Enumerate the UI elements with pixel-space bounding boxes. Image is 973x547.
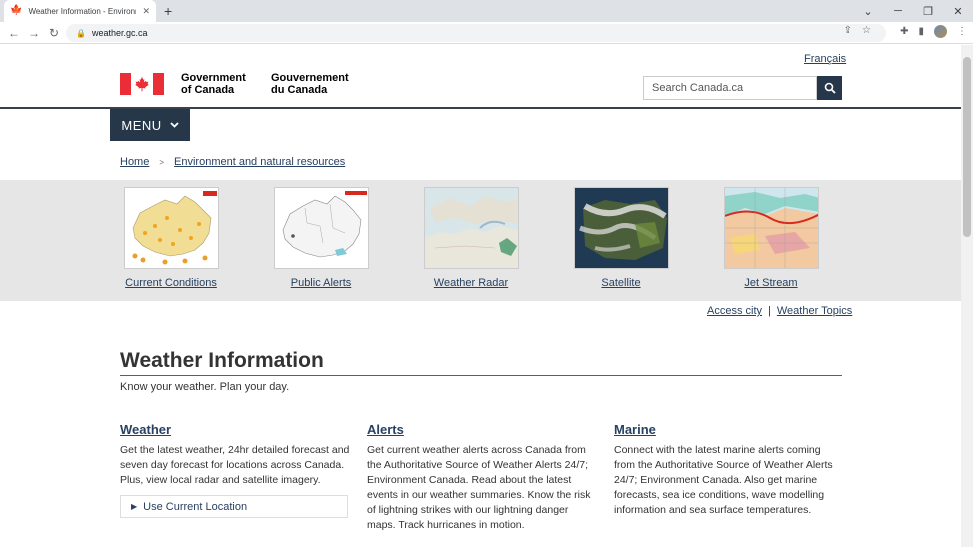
page-tagline: Know your weather. Plan your day. bbox=[120, 381, 290, 393]
jet-stream-map-image[interactable] bbox=[723, 187, 819, 269]
kebab-menu-icon[interactable]: ⋮ bbox=[957, 26, 967, 37]
scrollbar-thumb[interactable] bbox=[963, 57, 971, 237]
gallery-item-current-conditions[interactable]: Current Conditions bbox=[121, 187, 221, 289]
weather-map-gallery: Current Conditions Public Alerts Weather… bbox=[0, 180, 961, 301]
tab-title: Weather Information - Environm bbox=[28, 6, 137, 16]
use-current-location-label: Use Current Location bbox=[143, 500, 248, 513]
alerts-heading-link[interactable]: Alerts bbox=[367, 422, 597, 437]
canada-flag-icon bbox=[120, 73, 164, 95]
gov-name-en: Government of Canada bbox=[181, 72, 246, 96]
public-alerts-map-image[interactable] bbox=[273, 187, 369, 269]
menu-label: MENU bbox=[121, 117, 162, 133]
alerts-section: Alerts Get current weather alerts across… bbox=[367, 422, 597, 533]
minimize-button[interactable]: ─ bbox=[883, 5, 913, 17]
browser-actions: ✚ ▮ ⋮ bbox=[900, 25, 967, 38]
extensions-icon[interactable]: ✚ bbox=[900, 26, 908, 37]
page-content: Français Government of Canada Gouverneme… bbox=[0, 45, 961, 547]
maple-leaf-favicon-icon: 🍁 bbox=[10, 5, 23, 16]
weather-heading-link[interactable]: Weather bbox=[120, 422, 350, 437]
gallery-caption[interactable]: Jet Stream bbox=[721, 277, 821, 289]
close-window-button[interactable]: ✕ bbox=[943, 5, 973, 18]
marine-description: Connect with the latest marine alerts co… bbox=[614, 444, 833, 516]
bookmark-star-icon[interactable]: ☆ bbox=[862, 25, 871, 36]
title-underline bbox=[120, 375, 842, 376]
url-text: weather.gc.ca bbox=[91, 28, 148, 38]
new-tab-button[interactable]: + bbox=[164, 2, 172, 20]
search-button[interactable] bbox=[817, 76, 842, 100]
triangle-right-icon: ▶ bbox=[131, 502, 138, 511]
address-bar[interactable]: 🔒 weather.gc.ca bbox=[66, 24, 886, 42]
weather-radar-map-image[interactable] bbox=[423, 187, 519, 269]
side-panel-icon[interactable]: ▮ bbox=[918, 26, 924, 37]
profile-avatar[interactable] bbox=[934, 25, 947, 38]
chevron-down-icon bbox=[170, 122, 179, 128]
share-icon[interactable]: ⇪ bbox=[844, 25, 852, 36]
gallery-item-public-alerts[interactable]: Public Alerts bbox=[271, 187, 371, 289]
marine-heading-link[interactable]: Marine bbox=[614, 422, 844, 437]
menu-button[interactable]: MENU bbox=[110, 109, 190, 141]
marine-section: Marine Connect with the latest marine al… bbox=[614, 422, 844, 518]
alerts-description: Get current weather alerts across Canada… bbox=[367, 444, 591, 531]
breadcrumb-home[interactable]: Home bbox=[120, 156, 149, 168]
satellite-image[interactable] bbox=[573, 187, 669, 269]
gov-name-fr: Gouvernement du Canada bbox=[271, 72, 349, 96]
lock-icon: 🔒 bbox=[76, 28, 86, 38]
weather-section: Weather Get the latest weather, 24hr det… bbox=[120, 422, 350, 518]
gallery-item-satellite[interactable]: Satellite bbox=[571, 187, 671, 289]
government-of-canada-logo[interactable]: Government of Canada Gouvernement du Can… bbox=[120, 72, 361, 96]
page-scrollbar[interactable] bbox=[961, 45, 973, 547]
back-arrow-icon[interactable]: ← bbox=[4, 26, 24, 40]
current-conditions-map-image[interactable] bbox=[123, 187, 219, 269]
breadcrumb-separator-icon: > bbox=[159, 157, 165, 167]
browser-toolbar: ← → ↻ 🔒 weather.gc.ca ⇪ ☆ ✚ ▮ ⋮ bbox=[0, 22, 973, 44]
gallery-item-weather-radar[interactable]: Weather Radar bbox=[421, 187, 521, 289]
restore-button[interactable]: ❐ bbox=[913, 5, 943, 18]
forward-arrow-icon[interactable]: → bbox=[24, 26, 44, 40]
search-input[interactable] bbox=[643, 76, 817, 100]
breadcrumb-environment[interactable]: Environment and natural resources bbox=[174, 156, 345, 168]
omnibox-actions: ⇪ ☆ bbox=[844, 25, 871, 36]
window-controls: ⌄ ─ ❐ ✕ bbox=[853, 0, 973, 22]
search-icon bbox=[824, 82, 836, 94]
weather-topics-link[interactable]: Weather Topics bbox=[777, 305, 852, 317]
weather-description: Get the latest weather, 24hr detailed fo… bbox=[120, 444, 350, 486]
tab-search-icon[interactable]: ⌄ bbox=[853, 5, 883, 18]
link-separator: | bbox=[768, 305, 771, 317]
quick-links: Access city | Weather Topics bbox=[707, 305, 852, 317]
browser-tab-bar: 🍁 Weather Information - Environm ✕ + ⌄ ─… bbox=[0, 0, 973, 22]
use-current-location-toggle[interactable]: ▶ Use Current Location bbox=[120, 495, 348, 518]
language-toggle-link[interactable]: Français bbox=[804, 53, 846, 65]
site-search bbox=[643, 76, 842, 100]
tab-close-icon[interactable]: ✕ bbox=[142, 6, 150, 17]
gallery-item-jet-stream[interactable]: Jet Stream bbox=[721, 187, 821, 289]
gallery-caption[interactable]: Satellite bbox=[571, 277, 671, 289]
gallery-caption[interactable]: Public Alerts bbox=[271, 277, 371, 289]
gallery-caption[interactable]: Weather Radar bbox=[421, 277, 521, 289]
access-city-link[interactable]: Access city bbox=[707, 305, 762, 317]
reload-icon[interactable]: ↻ bbox=[44, 26, 64, 40]
page-title: Weather Information bbox=[120, 349, 324, 372]
browser-tab[interactable]: 🍁 Weather Information - Environm ✕ bbox=[4, 0, 156, 22]
breadcrumb: Home > Environment and natural resources bbox=[120, 156, 345, 168]
gallery-caption[interactable]: Current Conditions bbox=[121, 277, 221, 289]
